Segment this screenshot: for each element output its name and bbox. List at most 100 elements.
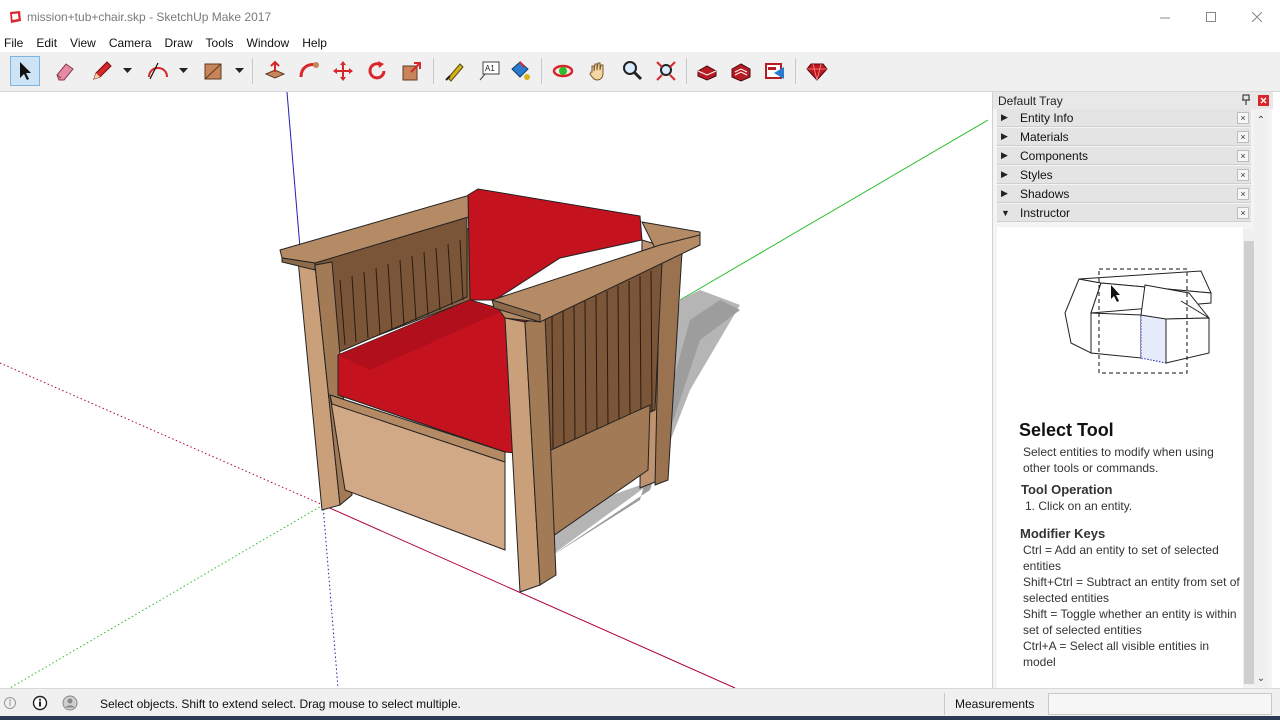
modeling-viewport[interactable]	[0, 92, 988, 688]
panel-close-button[interactable]: ×	[1237, 207, 1249, 219]
panel-label: Components	[1020, 148, 1089, 163]
select-tool-button[interactable]	[10, 56, 40, 86]
menu-tools[interactable]: Tools	[200, 36, 241, 50]
pan-tool-button[interactable]	[583, 56, 613, 86]
warehouse-tool-button[interactable]	[692, 56, 722, 86]
follow-me-icon	[299, 62, 319, 78]
collapsed-triangle-icon: ▶	[1001, 169, 1008, 179]
rotate-tool-button[interactable]	[362, 56, 392, 86]
tray-close-button[interactable]	[1258, 95, 1269, 106]
arc-tool-button[interactable]	[143, 56, 173, 86]
select-tool-illustration	[1064, 268, 1212, 374]
credits-icon[interactable]	[32, 695, 48, 711]
toolbar-separator	[686, 58, 687, 84]
move-arrows-icon	[333, 61, 353, 81]
menu-window[interactable]: Window	[241, 36, 297, 50]
modifier-key-item: Shift+Ctrl = Subtract an entity from set…	[1023, 575, 1240, 605]
zoom-extents-icon	[656, 61, 676, 81]
title-bar: mission+tub+chair.skp - SketchUp Make 20…	[0, 0, 1280, 34]
panel-entity-info[interactable]: ▶ Entity Info ×	[997, 109, 1251, 127]
green-axis-negative	[9, 504, 324, 688]
panel-instructor[interactable]: ▼ Instructor ×	[997, 204, 1251, 222]
tape-measure-tool-button[interactable]	[440, 56, 470, 86]
menu-edit[interactable]: Edit	[30, 36, 64, 50]
user-account-icon[interactable]	[62, 695, 78, 711]
expanded-triangle-icon: ▼	[1001, 207, 1010, 218]
zoom-extents-tool-button[interactable]	[651, 56, 681, 86]
toolbar-separator	[433, 58, 434, 84]
menu-camera[interactable]: Camera	[103, 36, 159, 50]
panel-close-button[interactable]: ×	[1237, 169, 1249, 181]
extension-warehouse-icon	[731, 63, 751, 82]
panel-label: Shadows	[1020, 186, 1070, 201]
instructor-tool-title: Select Tool	[1019, 420, 1114, 440]
scale-tool-button[interactable]	[397, 56, 427, 86]
move-tool-button[interactable]	[328, 56, 358, 86]
menu-draw[interactable]: Draw	[159, 36, 200, 50]
arc-icon	[148, 62, 168, 80]
scroll-up-icon[interactable]: ⌃	[1254, 113, 1268, 127]
modifier-key-item: Ctrl+A = Select all visible entities in …	[1023, 639, 1210, 669]
status-message: Select objects. Shift to extend select. …	[100, 697, 461, 711]
panel-close-button[interactable]: ×	[1237, 150, 1249, 162]
rectangle-tool-button[interactable]	[198, 56, 228, 86]
panel-label: Styles	[1020, 167, 1053, 182]
chair-model-scene	[0, 92, 988, 688]
follow-me-tool-button[interactable]	[294, 56, 324, 86]
arrow-cursor-icon	[20, 62, 31, 80]
line-tool-button[interactable]	[87, 56, 117, 86]
layout-tool-button[interactable]	[760, 56, 790, 86]
push-pull-tool-button[interactable]	[260, 56, 290, 86]
menu-help[interactable]: Help	[296, 36, 334, 50]
orbit-icon	[552, 64, 574, 78]
geo-location-icon[interactable]	[2, 695, 18, 711]
instructor-description: Select entities to modify when using oth…	[1023, 445, 1214, 475]
paint-bucket-tool-button[interactable]	[505, 56, 535, 86]
panel-label: Materials	[1020, 129, 1069, 144]
geo-location-icon-glyph	[4, 697, 16, 709]
taskbar-edge	[0, 716, 1280, 720]
measurements-input[interactable]	[1048, 693, 1272, 715]
close-icon	[1251, 11, 1262, 22]
panel-close-button[interactable]: ×	[1237, 131, 1249, 143]
pencil-icon	[93, 61, 112, 80]
window-controls	[1142, 0, 1280, 34]
panel-close-button[interactable]: ×	[1237, 112, 1249, 124]
green-axis	[679, 119, 988, 301]
zoom-tool-button[interactable]	[617, 56, 647, 86]
window-title: mission+tub+chair.skp - SketchUp Make 20…	[27, 10, 272, 24]
orbit-tool-button[interactable]	[548, 56, 578, 86]
toolbar-separator	[795, 58, 796, 84]
arc-tool-dropdown[interactable]	[177, 64, 189, 78]
tray-scrollbar[interactable]: ⌃ ⌄	[1254, 109, 1268, 687]
push-pull-icon	[264, 60, 286, 79]
extension-warehouse-tool-button[interactable]	[726, 56, 756, 86]
eraser-tool-button[interactable]	[50, 56, 80, 86]
panel-styles[interactable]: ▶ Styles ×	[997, 166, 1251, 184]
hand-icon	[589, 62, 604, 81]
3d-warehouse-icon	[697, 65, 717, 81]
close-button[interactable]	[1234, 0, 1280, 34]
minimize-button[interactable]	[1142, 0, 1188, 34]
red-axis-negative	[0, 362, 324, 506]
maximize-button[interactable]	[1188, 0, 1234, 34]
scroll-down-icon[interactable]: ⌄	[1254, 671, 1268, 685]
menu-view[interactable]: View	[64, 36, 103, 50]
rectangle-tool-dropdown[interactable]	[233, 64, 245, 78]
paint-bucket-icon	[511, 61, 530, 80]
menu-file[interactable]: File	[0, 36, 30, 50]
caret-down-icon	[178, 68, 188, 73]
text-tool-button[interactable]: A1	[474, 56, 504, 86]
pin-icon[interactable]	[1241, 94, 1251, 106]
instructor-scroll-thumb[interactable]	[1244, 241, 1254, 684]
info-circle-icon	[32, 695, 48, 711]
status-separator	[944, 693, 945, 715]
tool-operation-step: 1. Click on an entity.	[1025, 499, 1133, 513]
panel-components[interactable]: ▶ Components ×	[997, 147, 1251, 165]
ruby-console-tool-button[interactable]	[802, 56, 832, 86]
panel-materials[interactable]: ▶ Materials ×	[997, 128, 1251, 146]
panel-close-button[interactable]: ×	[1237, 188, 1249, 200]
line-tool-dropdown[interactable]	[121, 64, 133, 78]
tray-header: Default Tray	[993, 92, 1273, 109]
panel-shadows[interactable]: ▶ Shadows ×	[997, 185, 1251, 203]
